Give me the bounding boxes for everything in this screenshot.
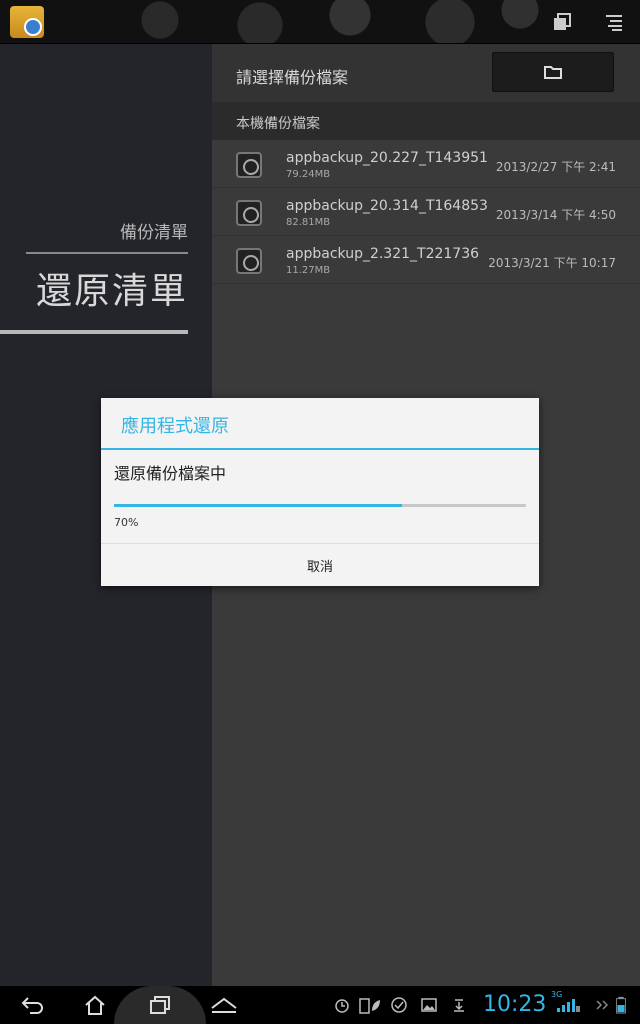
recent-apps-icon: [150, 996, 170, 1014]
battery-saver-icon: [359, 998, 380, 1014]
action-bar: [0, 0, 640, 44]
system-navigation-bar: 10:23 3G: [0, 986, 640, 1024]
file-size: 79.24MB: [286, 169, 331, 180]
list-item[interactable]: appbackup_20.227_T143951 79.24MB 2013/2/…: [212, 140, 640, 188]
backup-file-icon: [236, 152, 262, 178]
file-size: 11.27MB: [286, 265, 331, 276]
home-button[interactable]: [76, 990, 114, 1020]
restore-badge-icon: [24, 18, 42, 36]
file-name: appbackup_2.321_T221736: [286, 246, 480, 262]
menu-up-button[interactable]: [205, 990, 243, 1020]
backup-file-icon: [236, 248, 262, 274]
list-item[interactable]: appbackup_20.314_T164853 82.81MB 2013/3/…: [212, 188, 640, 236]
panel-title: 請選擇備份檔案: [236, 68, 349, 87]
copy-icon[interactable]: [552, 12, 572, 32]
nav-item-backup-list[interactable]: 備份清單: [120, 218, 188, 243]
browse-folder-button[interactable]: [492, 52, 614, 92]
file-name: appbackup_20.227_T143951: [286, 150, 488, 166]
double-chevron-icon: [596, 1000, 609, 1010]
cancel-button[interactable]: 取消: [101, 544, 539, 586]
file-date: 2013/3/21 下午 10:17: [488, 256, 616, 270]
folder-icon: [544, 66, 562, 79]
home-icon: [85, 995, 105, 1015]
section-label: 本機備份檔案: [236, 116, 320, 132]
battery-icon: [616, 996, 626, 1014]
file-name: appbackup_20.314_T164853: [286, 198, 488, 214]
dialog-title: 應用程式還原: [121, 416, 229, 437]
selected-indicator: [0, 330, 188, 334]
overflow-menu-icon[interactable]: [604, 12, 624, 32]
section-header: 本機備份檔案: [212, 102, 640, 140]
file-list: appbackup_20.227_T143951 79.24MB 2013/2/…: [212, 140, 640, 284]
back-button[interactable]: [14, 990, 52, 1020]
signal-icon: [557, 999, 580, 1012]
file-size: 82.81MB: [286, 217, 331, 228]
file-date: 2013/2/27 下午 2:41: [495, 160, 616, 174]
progress-bar: [114, 504, 526, 507]
dialog-message: 還原備份檔案中: [114, 464, 227, 483]
dialog-title-divider: [101, 448, 539, 450]
gallery-icon: [421, 998, 437, 1012]
alarm-icon: [335, 999, 349, 1013]
chevron-up-icon: [211, 997, 237, 1013]
download-icon: [454, 999, 464, 1012]
recent-apps-button[interactable]: [141, 990, 179, 1020]
clock: 10:23: [483, 992, 547, 1017]
file-date: 2013/3/14 下午 4:50: [495, 208, 616, 222]
progress-fill: [114, 504, 403, 507]
sync-clock-icon: [391, 997, 407, 1013]
nav-item-restore-list[interactable]: 還原清單: [36, 262, 188, 314]
back-icon: [21, 997, 43, 1014]
backup-file-icon: [236, 200, 262, 226]
list-item[interactable]: appbackup_2.321_T221736 11.27MB 2013/3/2…: [212, 236, 640, 284]
restore-progress-dialog: 應用程式還原 還原備份檔案中 70% 取消: [101, 398, 539, 586]
progress-percent: 70%: [114, 516, 139, 529]
divider: [26, 252, 188, 254]
app-icon[interactable]: [10, 6, 44, 38]
panel-header: 請選擇備份檔案: [212, 44, 640, 102]
